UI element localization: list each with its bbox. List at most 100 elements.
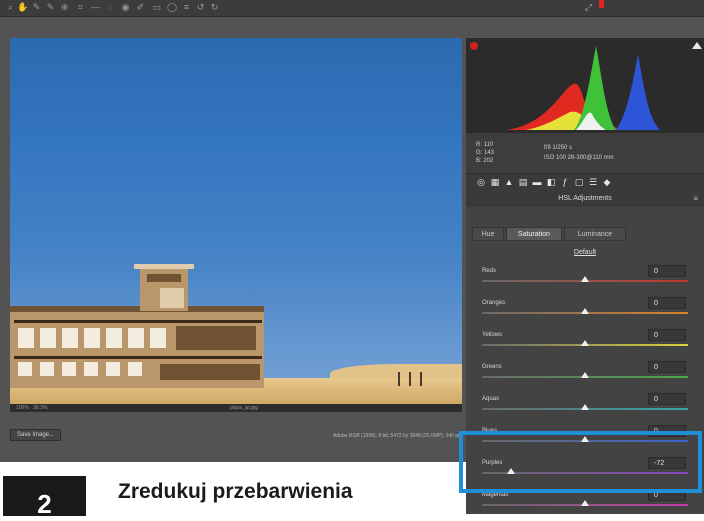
slider-thumb[interactable] [581,276,589,282]
person-figure [398,372,400,386]
snapshots-tab-icon[interactable]: ◆ [602,177,612,187]
spot-removal-icon[interactable]: ◌ [105,3,114,12]
camera-info: f/9 1/250 s ISO 100 28-300@110 mm [544,143,614,163]
straighten-icon[interactable]: ― [91,3,100,12]
zoom-icon[interactable]: ⌕ [6,3,15,12]
panel-tab-icons: ◎ ▦ ▲ ▤ ▬ ◧ ƒ ▢ ☰ ◆ [466,173,704,192]
histogram [466,38,704,133]
slider-row-aquas: Aquas 0 [466,391,704,425]
presets-tab-icon[interactable]: ☰ [588,177,598,187]
slider-label: Aquas [482,396,500,402]
rgb-values: R: 110 G: 143 B: 202 [476,141,494,165]
building-roofline [10,306,264,312]
slider-value-input[interactable]: 0 [648,265,686,277]
detail-tab-icon[interactable]: ▲ [504,177,514,187]
adjustment-brush-icon[interactable]: ✐ [136,3,145,12]
window [106,362,120,376]
slider-thumb[interactable] [581,404,589,410]
red-eye-icon[interactable]: ◉ [121,3,130,12]
window [106,328,122,348]
slider-thumb[interactable] [581,372,589,378]
window [84,328,100,348]
pixel-readout: R: 110 G: 143 B: 202 f/9 1/250 s ISO 100… [466,133,704,173]
radial-filter-icon[interactable]: ◯ [167,3,177,12]
green-value: G: 143 [476,150,495,156]
histogram-graph [506,46,660,130]
highlight-clipping-icon[interactable] [692,42,702,49]
panel-title-text: HSL Adjustments [558,195,612,202]
person-figure [420,372,422,386]
slider-row-oranges: Oranges 0 [466,295,704,329]
exposure-info: f/9 1/250 s [544,145,573,151]
slider-label: Reds [482,268,497,274]
effects-tab-icon[interactable]: ƒ [560,177,570,187]
lens-tab-icon[interactable]: ◧ [546,177,556,187]
slider-row-yellows: Yellows 0 [466,327,704,361]
highlight-box [459,431,702,493]
window [128,362,142,376]
toolbar: ⌕ ✋ ✎ ✎ ⊕ ⌗ ― ◌ ◉ ✐ ▭ ◯ ≡ ↺ ↻ ⤢ [0,0,704,17]
slider-value-input[interactable]: 0 [648,361,686,373]
window [128,328,144,348]
slider-row-reds: Reds 0 [466,263,704,297]
slider-thumb[interactable] [581,308,589,314]
window [18,362,32,376]
workflow-options-link[interactable]: Adobe RGB (1998); 8 bit; 5472 by 3648 (2… [333,433,462,439]
default-link[interactable]: Default [466,249,704,256]
status-bar: Save Image... Adobe RGB (1998); 8 bit; 5… [10,424,462,444]
white-balance-icon[interactable]: ✎ [32,3,41,12]
save-image-button[interactable]: Save Image... [10,429,62,441]
rotate-left-icon[interactable]: ↺ [196,3,205,12]
graduated-filter-icon[interactable]: ▭ [152,3,161,12]
target-adjust-icon[interactable]: ⊕ [60,3,69,12]
panel-title: HSL Adjustments ≡ [466,191,704,207]
shadow-clipping-icon[interactable] [470,42,478,50]
window [62,328,78,348]
image-preview[interactable] [10,38,462,404]
balcony-rail [14,356,262,359]
window [150,328,166,348]
slider-row-greens: Greens 0 [466,359,704,393]
tower-roof [134,264,194,269]
slider-label: Oranges [482,300,506,306]
red-value: R: 110 [476,142,494,148]
zoom-readout[interactable]: 100% · 36.3% [16,405,47,411]
lower-wall [160,364,260,380]
tower-wall [160,288,184,308]
color-sampler-icon[interactable]: ✎ [46,3,55,12]
step-heading: Zredukuj przebarwienia [118,480,353,503]
window [40,328,56,348]
blue-value: B: 202 [476,158,494,164]
clipping-warning-icon[interactable] [599,0,604,8]
slider-thumb[interactable] [581,500,589,506]
tone-curve-tab-icon[interactable]: ▦ [490,177,500,187]
hand-icon[interactable]: ✋ [17,3,28,12]
rotate-right-icon[interactable]: ↻ [210,3,219,12]
split-toning-tab-icon[interactable]: ▬ [532,177,542,187]
slider-label: Greens [482,364,502,370]
fullscreen-icon[interactable]: ⤢ [585,2,592,13]
slider-thumb[interactable] [581,340,589,346]
camera-calibration-tab-icon[interactable]: ▢ [574,177,584,187]
tab-luminance[interactable]: Luminance [564,227,626,241]
slider-value-input[interactable]: 0 [648,329,686,341]
hsl-subtabs: Hue Saturation Luminance [472,227,698,241]
hsl-tab-icon[interactable]: ▤ [518,177,528,187]
slider-value-input[interactable]: 0 [648,393,686,405]
basic-tab-icon[interactable]: ◎ [476,177,486,187]
panel-menu-icon[interactable]: ≡ [693,191,698,207]
tab-saturation[interactable]: Saturation [506,227,562,241]
tower-window [147,274,181,282]
window [62,362,76,376]
filmstrip-bar: 100% · 36.3% plaza_sp.jpg [10,404,462,412]
lens-info: ISO 100 28-300@110 mm [544,155,614,161]
tab-hue[interactable]: Hue [472,227,504,241]
preferences-icon[interactable]: ≡ [182,3,191,12]
window [40,362,54,376]
window [84,362,98,376]
crop-icon[interactable]: ⌗ [76,3,85,12]
person-figure [409,372,411,386]
step-number: 2 [3,476,86,516]
histogram-blue [616,54,660,130]
slider-value-input[interactable]: 0 [648,297,686,309]
